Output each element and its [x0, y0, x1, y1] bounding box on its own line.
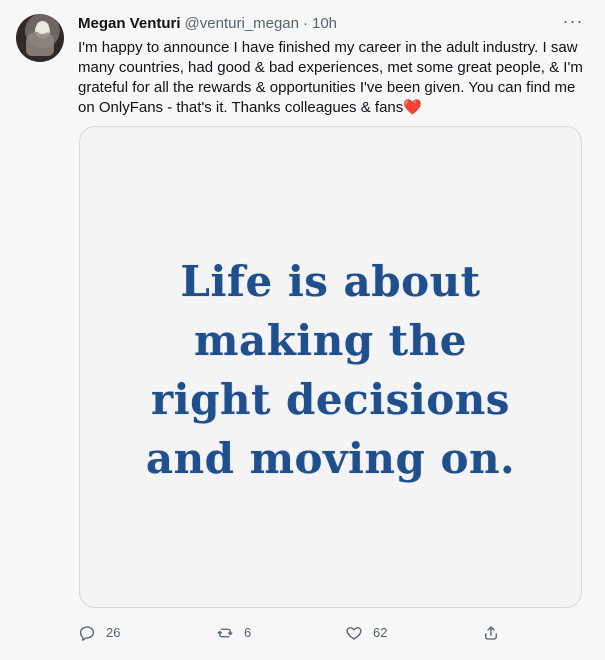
- retweet-button[interactable]: 6: [216, 616, 251, 650]
- separator-dot: ·: [303, 15, 308, 32]
- tweet-header: Megan Venturi @venturi_megan · 10h: [78, 13, 577, 35]
- image-text: Life is about making the right decisions…: [116, 252, 546, 488]
- retweet-icon: [217, 628, 233, 638]
- image-line: Life is about: [180, 257, 481, 306]
- share-button[interactable]: [482, 616, 500, 650]
- avatar[interactable]: [16, 14, 64, 62]
- author-name[interactable]: Megan Venturi: [78, 14, 181, 34]
- reply-button[interactable]: 26: [78, 616, 120, 650]
- like-button[interactable]: 62: [345, 616, 387, 650]
- tweet-image[interactable]: Life is about making the right decisions…: [79, 126, 582, 608]
- tweet-card: Megan Venturi @venturi_megan · 10h ··· I…: [0, 0, 605, 660]
- tweet-actions: 26 6 62: [78, 616, 510, 650]
- reply-count: 26: [106, 625, 121, 640]
- tweet-time[interactable]: 10h: [312, 14, 337, 34]
- like-count: 62: [373, 625, 388, 640]
- tweet-text: I'm happy to announce I have finished my…: [78, 39, 583, 116]
- retweet-count: 6: [244, 625, 252, 640]
- image-line: and moving on.: [145, 434, 516, 483]
- reply-icon: [79, 626, 95, 641]
- author-handle[interactable]: @venturi_megan: [185, 14, 299, 34]
- image-line: making the: [194, 316, 467, 365]
- more-icon[interactable]: ···: [559, 10, 587, 32]
- share-icon: [485, 626, 497, 640]
- more-icon-glyph: ···: [562, 11, 584, 31]
- heart-icon: [346, 627, 362, 640]
- image-content: Life is about making the right decisions…: [80, 127, 581, 607]
- image-line: right decisions: [151, 375, 510, 424]
